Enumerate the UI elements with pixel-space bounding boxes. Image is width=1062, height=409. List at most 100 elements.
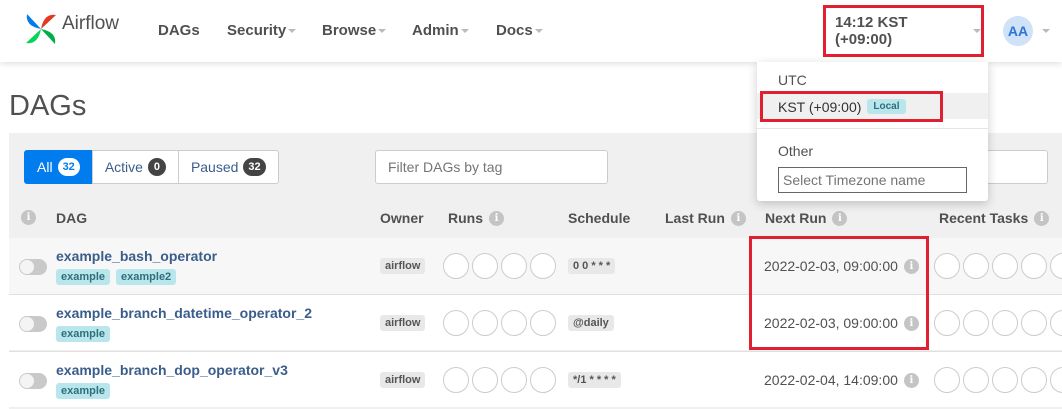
next-run-highlight <box>749 236 929 350</box>
dag-pause-toggle[interactable] <box>19 259 47 275</box>
header-next-run-label: Next Run <box>765 210 827 226</box>
timezone-option-utc[interactable]: UTC <box>778 72 807 88</box>
nav-dags-label: DAGs <box>158 22 200 39</box>
dag-search-input[interactable] <box>986 150 1048 184</box>
timezone-button[interactable]: 14:12 KST (+09:00) <box>823 5 984 57</box>
owner-badge: airflow <box>380 372 426 388</box>
task-state-circle[interactable] <box>1021 310 1047 336</box>
caret-down-icon <box>460 29 469 34</box>
caret-down-icon <box>378 29 387 34</box>
nav-dags[interactable]: DAGs <box>158 22 200 39</box>
task-state-circle[interactable] <box>963 367 989 393</box>
task-state-circle[interactable] <box>1050 253 1062 279</box>
dag-tags: example <box>56 383 116 399</box>
next-run-cell: 2022-02-04, 14:09:00 i <box>764 372 919 388</box>
dag-pause-toggle[interactable] <box>19 316 47 332</box>
task-state-circle[interactable] <box>992 253 1018 279</box>
run-state-circle[interactable] <box>530 367 556 393</box>
header-schedule-label: Schedule <box>568 210 631 226</box>
caret-down-icon <box>288 29 297 34</box>
task-state-circle[interactable] <box>1050 367 1062 393</box>
header-recent-tasks-label: Recent Tasks <box>939 210 1029 226</box>
task-state-circle[interactable] <box>963 310 989 336</box>
caret-down-icon <box>973 29 981 33</box>
header-runs-label: Runs <box>448 210 483 226</box>
user-avatar[interactable]: AA <box>1003 16 1033 46</box>
task-state-circle[interactable] <box>1021 253 1047 279</box>
timezone-search-input[interactable] <box>778 167 967 193</box>
page-title: DAGs <box>9 90 87 122</box>
filter-active-label: Active <box>104 159 143 175</box>
schedule-badge[interactable]: */1 * * * * <box>568 372 621 388</box>
dag-link[interactable]: example_branch_dop_operator_v3 <box>56 362 288 378</box>
task-state-circle[interactable] <box>1050 310 1062 336</box>
task-state-circle[interactable] <box>934 310 960 336</box>
run-state-circle[interactable] <box>472 253 498 279</box>
run-state-circle[interactable] <box>443 310 469 336</box>
header-schedule: Schedule <box>568 210 630 226</box>
nav-browse[interactable]: Browse <box>322 22 387 39</box>
run-state-circle[interactable] <box>530 253 556 279</box>
header-owner[interactable]: Owner <box>380 210 424 226</box>
nav-docs[interactable]: Docs <box>496 22 543 39</box>
dag-tag[interactable]: example <box>56 383 111 399</box>
caret-down-icon[interactable] <box>1042 29 1050 33</box>
dag-link[interactable]: example_branch_datetime_operator_2 <box>56 305 312 321</box>
info-icon: i <box>730 210 746 226</box>
header-next-run[interactable]: Next Run i <box>765 210 848 226</box>
filter-all-count: 32 <box>57 158 80 176</box>
timezone-local-label: KST (+09:00) <box>778 98 862 115</box>
tag-filter-input[interactable] <box>375 150 608 184</box>
header-dag[interactable]: DAG <box>56 210 87 226</box>
status-filter-group: All 32 Active 0 Paused 32 <box>24 150 279 184</box>
run-state-circle[interactable] <box>501 253 527 279</box>
task-state-circle[interactable] <box>992 310 1018 336</box>
timezone-option-local[interactable]: KST (+09:00) Local <box>760 91 943 122</box>
brand-name: Airflow <box>62 13 120 34</box>
dag-link[interactable]: example_bash_operator <box>56 248 217 264</box>
task-state-circle[interactable] <box>963 253 989 279</box>
run-state-circle[interactable] <box>443 367 469 393</box>
task-state-circle[interactable] <box>934 253 960 279</box>
filter-active-button[interactable]: Active 0 <box>91 150 179 184</box>
brand[interactable]: Airflow <box>24 12 119 46</box>
info-icon: i <box>489 210 504 226</box>
run-state-circle[interactable] <box>501 367 527 393</box>
info-icon[interactable]: i <box>903 372 919 388</box>
task-state-circle[interactable] <box>992 367 1018 393</box>
dag-pause-toggle[interactable] <box>19 373 47 389</box>
dag-tag[interactable]: example <box>56 326 111 342</box>
run-state-circle[interactable] <box>443 253 469 279</box>
owner-badge: airflow <box>380 315 426 331</box>
header-info: i <box>21 210 36 225</box>
timezone-dropdown: UTC KST (+09:00) Local Other <box>757 62 988 201</box>
info-icon: i <box>1034 210 1050 226</box>
run-state-circle[interactable] <box>472 310 498 336</box>
filter-all-label: All <box>37 159 53 175</box>
nav-security-label: Security <box>227 22 287 39</box>
task-state-circle[interactable] <box>934 367 960 393</box>
filter-paused-count: 32 <box>243 158 266 176</box>
task-state-circle[interactable] <box>1021 367 1047 393</box>
filter-paused-label: Paused <box>190 159 239 175</box>
local-badge: Local <box>867 99 906 114</box>
header-recent-tasks: Recent Tasks i <box>939 210 1050 226</box>
filter-paused-button[interactable]: Paused 32 <box>177 150 279 184</box>
run-state-circle[interactable] <box>472 367 498 393</box>
nav-security[interactable]: Security <box>227 22 297 39</box>
filter-active-count: 0 <box>147 158 166 176</box>
nav-admin[interactable]: Admin <box>412 22 469 39</box>
run-state-circle[interactable] <box>501 310 527 336</box>
timezone-other-label: Other <box>778 143 814 159</box>
dag-tag[interactable]: example2 <box>116 269 177 285</box>
info-icon: i <box>832 210 848 226</box>
dropdown-divider <box>757 128 988 129</box>
dag-tag[interactable]: example <box>56 269 111 285</box>
run-state-circle[interactable] <box>530 310 556 336</box>
navbar: Airflow DAGs Security Browse Admin Docs … <box>0 0 1062 62</box>
filter-all-button[interactable]: All 32 <box>24 150 93 184</box>
schedule-badge[interactable]: 0 0 * * * <box>568 258 616 274</box>
schedule-badge[interactable]: @daily <box>568 315 614 331</box>
header-owner-label: Owner <box>380 210 424 226</box>
caret-down-icon <box>534 29 543 34</box>
